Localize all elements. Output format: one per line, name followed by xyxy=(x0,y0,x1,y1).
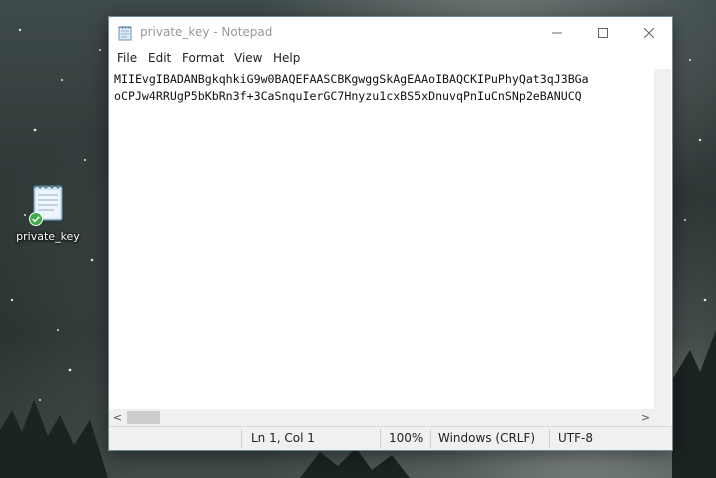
menu-edit[interactable]: Edit xyxy=(148,51,171,65)
status-line-endings: Windows (CRLF) xyxy=(438,431,536,445)
minimize-icon xyxy=(552,32,562,34)
sync-check-icon xyxy=(29,212,43,226)
scrollbar-corner xyxy=(654,409,671,426)
status-bar: Ln 1, Col 1 100% Windows (CRLF) UTF-8 xyxy=(109,426,672,450)
scroll-left-button[interactable]: < xyxy=(109,409,126,426)
status-separator xyxy=(241,429,242,448)
scroll-thumb[interactable] xyxy=(127,411,160,424)
desktop-icon-label: private_key xyxy=(16,230,80,243)
status-position: Ln 1, Col 1 xyxy=(251,431,315,445)
menu-bar: File Edit Format View Help xyxy=(109,49,672,69)
desktop-icon-private-key[interactable]: private_key xyxy=(12,182,84,243)
status-separator xyxy=(549,429,550,448)
horizontal-scrollbar[interactable]: < > xyxy=(109,409,654,426)
status-encoding: UTF-8 xyxy=(558,431,593,445)
scroll-right-button[interactable]: > xyxy=(637,409,654,426)
text-editor[interactable]: MIIEvgIBADANBgkqhkiG9w0BAQEFAASCBKgwggSk… xyxy=(109,69,654,409)
close-icon xyxy=(644,28,654,38)
maximize-icon xyxy=(598,28,608,38)
notepad-app-icon xyxy=(118,26,132,41)
close-button[interactable] xyxy=(626,17,672,49)
text-line-1: MIIEvgIBADANBgkqhkiG9w0BAQEFAASCBKgwggSk… xyxy=(114,72,589,86)
scroll-left-icon: < xyxy=(112,411,123,424)
maximize-button[interactable] xyxy=(580,17,626,49)
menu-help[interactable]: Help xyxy=(273,51,300,65)
title-bar[interactable]: private_key - Notepad xyxy=(109,17,672,49)
window-title: private_key - Notepad xyxy=(140,25,273,39)
status-zoom: 100% xyxy=(389,431,424,445)
menu-view[interactable]: View xyxy=(234,51,262,65)
notepad-window[interactable]: private_key - Notepad File Edit Format V… xyxy=(108,16,673,451)
status-separator xyxy=(380,429,381,448)
menu-file[interactable]: File xyxy=(117,51,137,65)
menu-format[interactable]: Format xyxy=(182,51,224,65)
minimize-button[interactable] xyxy=(534,17,580,49)
text-line-2: oCPJw4RRUgP5bKbRn3f+3CaSnquIerGC7Hnyzu1c… xyxy=(114,89,582,103)
vertical-scrollbar[interactable] xyxy=(654,69,671,409)
scroll-right-icon: > xyxy=(640,411,651,424)
status-separator xyxy=(430,429,431,448)
notepad-file-icon xyxy=(28,182,68,226)
